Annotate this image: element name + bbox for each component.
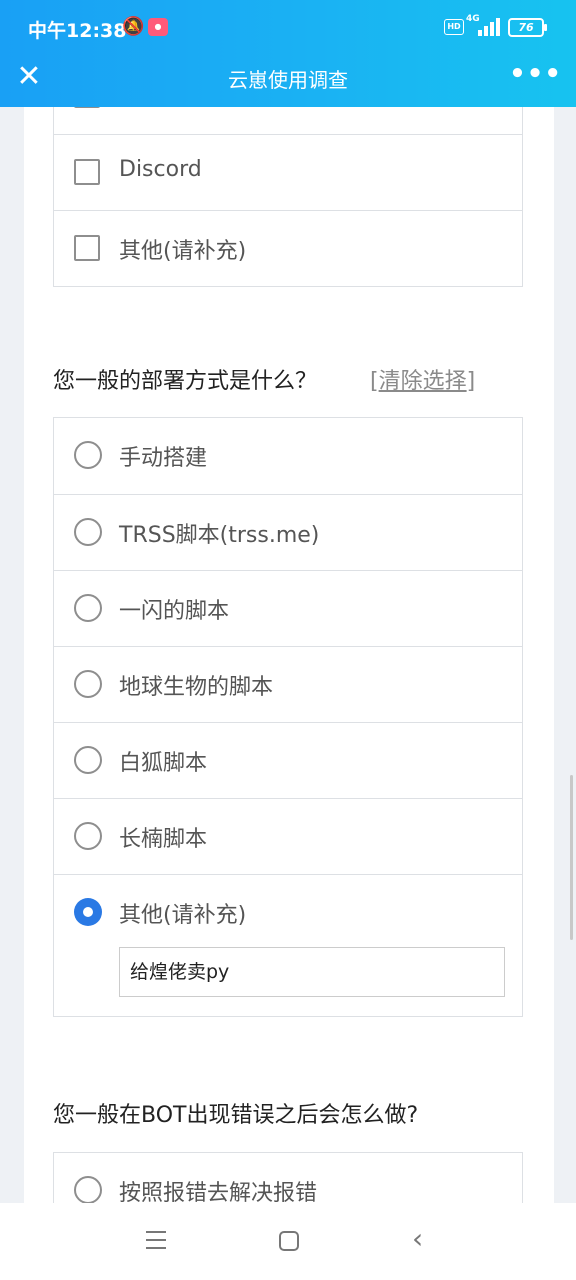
radio-button[interactable] xyxy=(74,1176,102,1203)
radio-button[interactable] xyxy=(74,518,102,546)
nav-bar: ✕ 云崽使用调查 ••• xyxy=(0,56,576,107)
signal-icon: 4G xyxy=(466,14,500,38)
page-title: 云崽使用调查 xyxy=(228,68,348,92)
survey-content[interactable]: Discord 其他(请补充) 您一般的部署方式是什么？ [清除选择] 手动搭建… xyxy=(24,107,554,1203)
checkbox[interactable] xyxy=(74,159,100,185)
checkbox[interactable] xyxy=(74,235,100,261)
radio-option[interactable]: 长楠脚本 xyxy=(54,798,522,874)
more-icon[interactable]: ••• xyxy=(509,61,562,87)
option-label: 一闪的脚本 xyxy=(119,599,230,624)
system-nav-bar: ‹ xyxy=(0,1203,576,1280)
network-type: 4G xyxy=(466,14,480,24)
radio-option[interactable]: 一闪的脚本 xyxy=(54,570,522,646)
q-deploy-options: 手动搭建 TRSS脚本(trss.me) 一闪的脚本 地球生物的脚本 白狐脚本 … xyxy=(53,417,523,1017)
radio-option-other[interactable]: 其他(请补充) 给煌佬卖py xyxy=(54,874,522,1016)
list-item[interactable] xyxy=(54,107,522,134)
status-time: 中午12:38 xyxy=(28,20,127,42)
battery-icon: 76 xyxy=(508,18,547,37)
home-icon[interactable] xyxy=(279,1231,299,1251)
radio-option[interactable]: 白狐脚本 xyxy=(54,722,522,798)
option-label: 地球生物的脚本 xyxy=(119,675,274,700)
app-header: 中午12:38 🔕 ● HD 4G 76 ✕ 云崽使用调查 ••• xyxy=(0,0,576,107)
option-label: Discord xyxy=(119,157,202,182)
radio-option[interactable]: 手动搭建 xyxy=(54,418,522,494)
back-icon[interactable]: ‹ xyxy=(412,1225,423,1253)
menu-icon[interactable] xyxy=(146,1231,166,1249)
bell-muted-icon: 🔕 xyxy=(122,16,145,37)
q-error-options: 按照报错去解决报错 xyxy=(53,1152,523,1203)
radio-option[interactable]: TRSS脚本(trss.me) xyxy=(54,494,522,570)
radio-button[interactable] xyxy=(74,746,102,774)
radio-option[interactable]: 按照报错去解决报错 xyxy=(54,1153,522,1203)
radio-option[interactable]: 地球生物的脚本 xyxy=(54,646,522,722)
question-title: 您一般在BOT出现错误之后会怎么做? xyxy=(53,1103,419,1128)
radio-button-selected[interactable] xyxy=(74,898,102,926)
list-item[interactable]: Discord xyxy=(54,134,522,210)
status-bar: 中午12:38 🔕 ● HD 4G 76 xyxy=(0,0,576,56)
option-label: TRSS脚本(trss.me) xyxy=(119,523,320,548)
option-label: 白狐脚本 xyxy=(119,751,208,776)
checkbox[interactable] xyxy=(74,107,100,108)
option-label: 其他(请补充) xyxy=(119,239,247,264)
app-notification-icon: ● xyxy=(148,18,168,36)
list-item[interactable]: 其他(请补充) xyxy=(54,210,522,286)
radio-button[interactable] xyxy=(74,822,102,850)
option-label: 手动搭建 xyxy=(119,446,208,471)
q-prev-options: Discord 其他(请补充) xyxy=(53,107,523,287)
scrollbar[interactable] xyxy=(570,775,573,940)
radio-button[interactable] xyxy=(74,441,102,469)
question-title: 您一般的部署方式是什么？ xyxy=(53,369,318,394)
option-label: 长楠脚本 xyxy=(119,827,208,852)
clear-selection-link[interactable]: [清除选择] xyxy=(370,363,475,395)
radio-button[interactable] xyxy=(74,670,102,698)
hd-badge: HD xyxy=(444,19,464,35)
option-label: 按照报错去解决报错 xyxy=(119,1181,318,1203)
option-label: 其他(请补充) xyxy=(119,903,247,928)
other-text-input[interactable]: 给煌佬卖py xyxy=(119,947,505,997)
radio-button[interactable] xyxy=(74,594,102,622)
